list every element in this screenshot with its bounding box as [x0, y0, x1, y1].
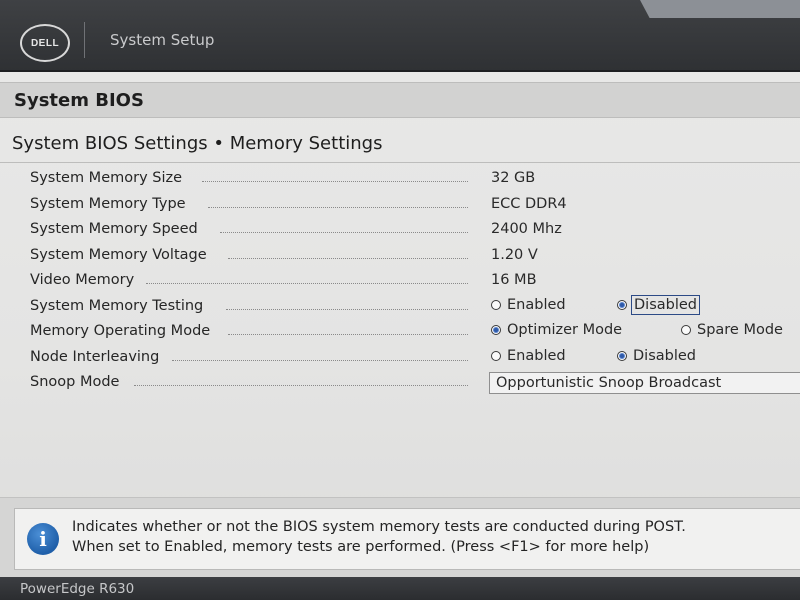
- help-text-line-2: When set to Enabled, memory tests are pe…: [72, 539, 650, 555]
- dotted-leader: [220, 232, 468, 233]
- radio-label: Disabled: [633, 347, 696, 364]
- help-text-line-1: Indicates whether or not the BIOS system…: [72, 519, 686, 535]
- setting-row-memory-size: System Memory Size 32 GB: [30, 168, 800, 194]
- radio-label: Spare Mode: [697, 322, 783, 338]
- node-interleaving-enabled-radio[interactable]: Enabled: [491, 348, 617, 364]
- radio-selected-icon: [617, 299, 627, 310]
- setting-row-memory-type: System Memory Type ECC DDR4: [30, 194, 800, 220]
- memory-testing-radio-group: Enabled Disabled: [491, 294, 700, 315]
- memory-size-value: 32 GB: [491, 170, 536, 186]
- setting-row-memory-speed: System Memory Speed 2400 Mhz: [30, 219, 800, 245]
- dotted-leader: [228, 334, 468, 335]
- setting-label: System Memory Speed: [30, 221, 198, 237]
- radio-icon: [491, 350, 501, 361]
- help-text: Indicates whether or not the BIOS system…: [72, 517, 770, 557]
- setting-label: Snoop Mode: [30, 374, 120, 390]
- radio-selected-icon: [617, 350, 627, 361]
- footer-bar: PowerEdge R630: [0, 577, 800, 600]
- setting-label: Node Interleaving: [30, 348, 160, 365]
- dell-logo: DELL: [20, 24, 70, 62]
- memory-type-value: ECC DDR4: [491, 195, 567, 212]
- memory-speed-value: 2400 Mhz: [491, 221, 562, 237]
- dotted-leader: [228, 257, 468, 259]
- help-area: i Indicates whether or not the BIOS syst…: [0, 497, 800, 578]
- setting-row-video-memory: Video Memory 16 MB: [30, 270, 800, 296]
- video-memory-value: 16 MB: [491, 272, 537, 288]
- bios-screen: DELL System Setup System BIOS System BIO…: [0, 0, 800, 600]
- section-title-bar: System BIOS: [0, 82, 800, 118]
- setting-row-memory-testing[interactable]: System Memory Testing Enabled Disabled: [30, 294, 800, 322]
- settings-list: System Memory Size 32 GB System Memory T…: [30, 168, 800, 398]
- dotted-leader: [134, 385, 468, 386]
- setting-label: System Memory Type: [30, 195, 186, 212]
- top-header: DELL System Setup: [0, 0, 800, 72]
- operating-mode-radio-group: Optimizer Mode Spare Mode: [491, 322, 783, 338]
- radio-label: Optimizer Mode: [507, 322, 623, 338]
- header-corner-tab: [640, 0, 800, 18]
- node-interleaving-radio-group: Enabled Disabled: [491, 348, 696, 364]
- setting-row-memory-voltage: System Memory Voltage 1.20 V: [30, 245, 800, 271]
- setting-label: Memory Operating Mode: [30, 323, 211, 339]
- node-interleaving-disabled-radio[interactable]: Disabled: [617, 348, 696, 364]
- app-title: System Setup: [110, 31, 215, 49]
- optimizer-mode-radio[interactable]: Optimizer Mode: [491, 322, 681, 338]
- setting-label: System Memory Testing: [30, 297, 204, 314]
- dotted-leader: [208, 206, 468, 208]
- radio-label: Enabled: [507, 296, 566, 313]
- help-box: i Indicates whether or not the BIOS syst…: [14, 508, 800, 570]
- system-model: PowerEdge R630: [20, 581, 135, 597]
- snoop-mode-select[interactable]: Opportunistic Snoop Broadcast: [489, 372, 800, 394]
- setting-row-operating-mode[interactable]: Memory Operating Mode Optimizer Mode Spa…: [30, 321, 800, 347]
- section-title: System BIOS: [14, 90, 144, 111]
- radio-label: Disabled: [631, 294, 700, 315]
- radio-label: Enabled: [507, 347, 566, 364]
- dotted-leader: [226, 308, 468, 310]
- subtitle-divider: [0, 162, 800, 163]
- info-icon: i: [27, 523, 59, 555]
- memory-testing-disabled-radio[interactable]: Disabled: [617, 294, 700, 315]
- memory-testing-enabled-radio[interactable]: Enabled: [491, 297, 617, 313]
- dotted-leader: [172, 359, 468, 361]
- radio-icon: [491, 299, 501, 310]
- radio-selected-icon: [491, 325, 501, 335]
- setting-label: System Memory Voltage: [30, 246, 207, 263]
- memory-voltage-value: 1.20 V: [491, 246, 538, 263]
- page-subtitle: System BIOS Settings • Memory Settings: [12, 133, 383, 154]
- header-divider: [84, 22, 85, 58]
- spare-mode-radio[interactable]: Spare Mode: [681, 322, 783, 338]
- setting-row-snoop-mode[interactable]: Snoop Mode Opportunistic Snoop Broadcast: [30, 372, 800, 398]
- setting-label: System Memory Size: [30, 170, 183, 186]
- setting-label: Video Memory: [30, 272, 135, 288]
- radio-icon: [681, 325, 691, 335]
- dotted-leader: [146, 283, 468, 284]
- setting-row-node-interleaving[interactable]: Node Interleaving Enabled Disabled: [30, 347, 800, 373]
- dotted-leader: [202, 181, 468, 182]
